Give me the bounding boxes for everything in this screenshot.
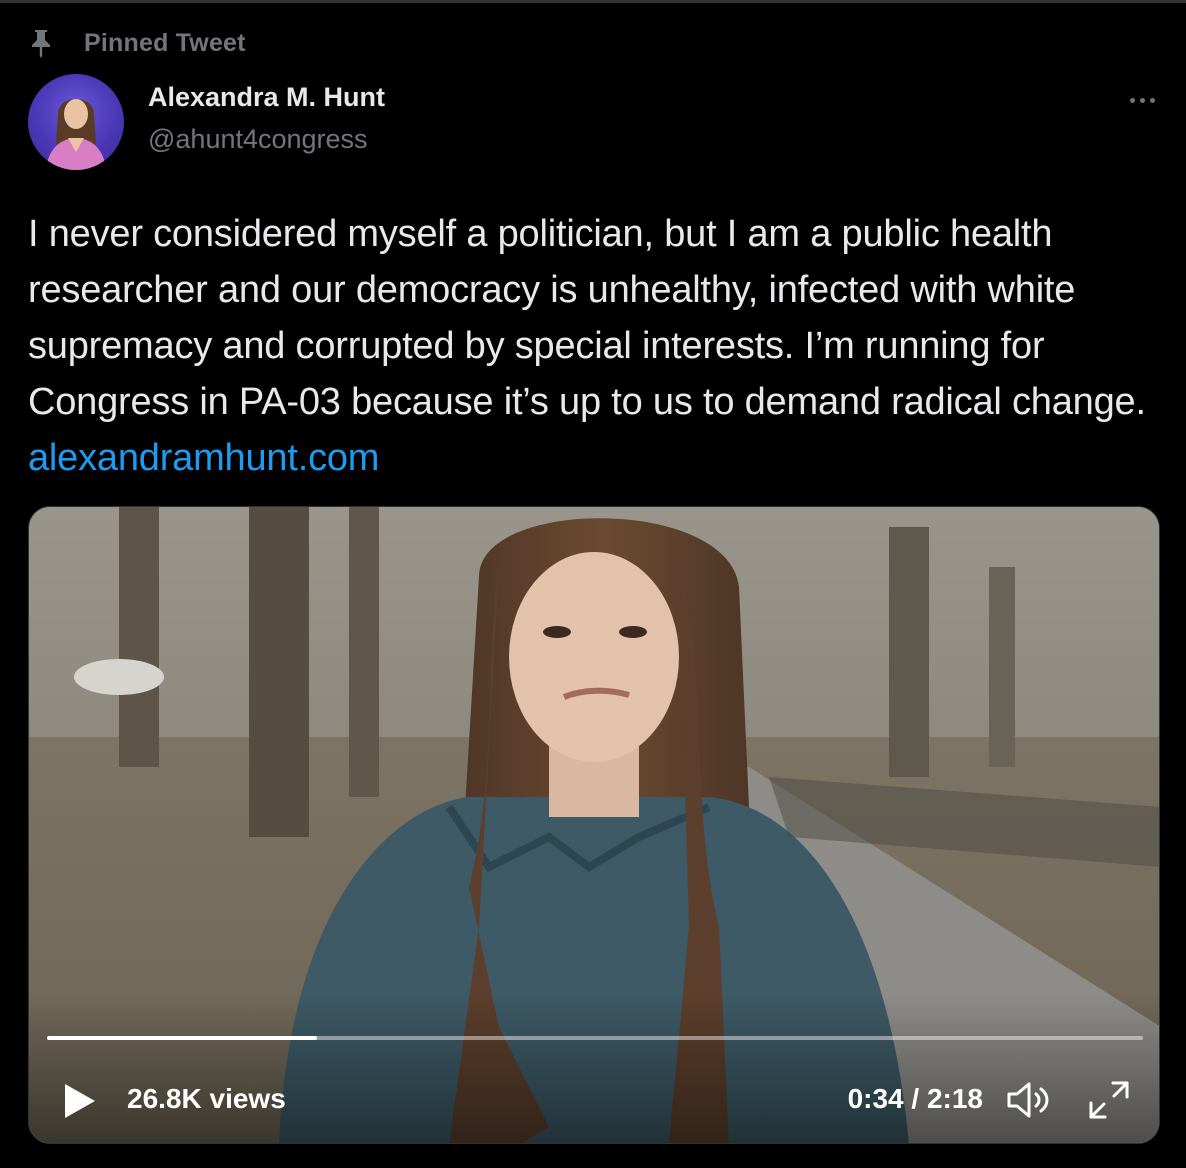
more-dot-icon	[1149, 97, 1155, 103]
tweet-body: I never considered myself a politician, …	[28, 213, 1146, 423]
more-dot-icon	[1129, 97, 1135, 103]
avatar[interactable]	[28, 74, 124, 170]
fullscreen-icon	[1089, 1081, 1129, 1119]
tweet-text: I never considered myself a politician, …	[28, 206, 1168, 486]
controls-overlay	[29, 993, 1159, 1143]
volume-icon	[1007, 1082, 1049, 1118]
author-handle[interactable]: @ahunt4congress	[148, 124, 368, 155]
pinned-label: Pinned Tweet	[84, 28, 246, 57]
video-progress-fill	[47, 1036, 318, 1040]
fullscreen-button[interactable]	[1087, 1079, 1131, 1121]
video-player[interactable]: 26.8K views 0:34 / 2:18	[28, 506, 1160, 1144]
top-divider	[0, 0, 1186, 3]
pinned-indicator: Pinned Tweet	[28, 26, 246, 60]
tweet-link[interactable]: alexandramhunt.com	[28, 437, 379, 479]
play-icon	[65, 1084, 95, 1118]
volume-button[interactable]	[1005, 1079, 1055, 1121]
video-time: 0:34 / 2:18	[847, 1083, 983, 1114]
more-options-button[interactable]	[1122, 86, 1162, 114]
more-dot-icon	[1139, 97, 1145, 103]
pin-icon	[28, 28, 54, 58]
author-name[interactable]: Alexandra M. Hunt	[148, 82, 385, 113]
play-button[interactable]	[59, 1081, 99, 1121]
views-count: 26.8K views	[127, 1083, 286, 1114]
video-progress-bar[interactable]	[47, 1036, 1143, 1040]
